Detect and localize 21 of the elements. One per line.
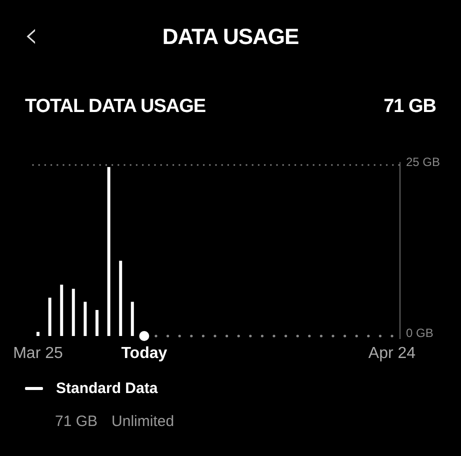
total-label: TOTAL DATA USAGE <box>25 96 206 119</box>
back-button[interactable]: ‹ <box>18 16 44 56</box>
usage-bar <box>130 302 134 336</box>
usage-bar <box>72 288 75 336</box>
today-label: Today <box>121 345 168 362</box>
x-tick-label: Mar 25 <box>13 345 63 362</box>
y-tick-label: 25 GB <box>406 156 440 169</box>
today-marker <box>139 331 150 341</box>
page-title: DATA USAGE <box>162 24 299 50</box>
usage-bar <box>36 332 40 336</box>
x-tick-label: Apr 24 <box>368 345 416 362</box>
total-value: 71 GB <box>384 96 436 119</box>
usage-bar <box>96 310 98 336</box>
y-tick-label: 0 GB <box>406 326 434 340</box>
data-used: 71 GB <box>55 413 98 430</box>
usage-bar <box>48 298 52 336</box>
legend-line-icon <box>25 387 43 390</box>
legend-label: Standard Data <box>56 380 158 397</box>
usage-bar <box>84 302 87 336</box>
usage-bar <box>60 284 64 336</box>
data-limit: Unlimited <box>112 413 174 430</box>
